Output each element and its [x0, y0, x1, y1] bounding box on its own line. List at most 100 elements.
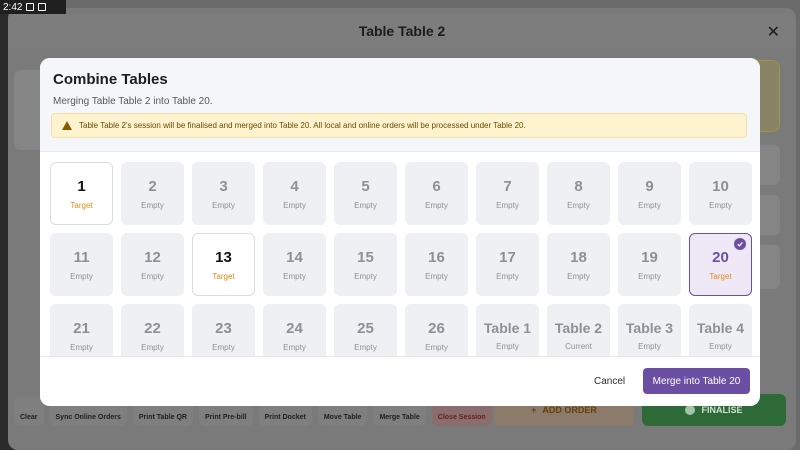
table-tile[interactable]: 11 Empty	[50, 233, 113, 296]
table-tile[interactable]: 21 Empty	[50, 304, 113, 356]
table-tile[interactable]: 18 Empty	[547, 233, 610, 296]
table-status: Empty	[70, 342, 93, 352]
close-icon[interactable]: ✕	[767, 22, 780, 42]
table-status: Empty	[354, 271, 377, 281]
print-pre-bill-label: Print Pre-bill	[204, 414, 247, 421]
table-tile[interactable]: Table 3 Empty	[618, 304, 681, 356]
warning-text: Table Table 2's session will be finalise…	[79, 121, 526, 130]
table-tile[interactable]: 20 Target	[689, 233, 752, 296]
table-name: 2	[148, 177, 157, 195]
warning-banner: Table Table 2's session will be finalise…	[51, 113, 747, 138]
image-icon	[26, 3, 35, 11]
table-status: Target	[212, 271, 235, 281]
table-tile[interactable]: Table 2 Current	[547, 304, 610, 356]
table-status: Empty	[496, 342, 519, 351]
table-tile[interactable]: 6 Empty	[405, 162, 468, 225]
close-session-label: Close Session	[437, 414, 486, 421]
move-table-label: Move Table	[323, 414, 362, 421]
checkmark-icon	[734, 238, 746, 250]
table-status: Empty	[638, 271, 661, 281]
table-tile[interactable]: 4 Empty	[263, 162, 326, 225]
table-tile[interactable]: 12 Empty	[121, 233, 184, 296]
table-name: 14	[286, 248, 303, 266]
table-name: 10	[712, 177, 729, 195]
cancel-button[interactable]: Cancel	[588, 369, 631, 394]
combine-tables-dialog: Combine Tables Merging Table Table 2 int…	[40, 58, 760, 406]
table-status: Empty	[141, 271, 164, 281]
table-status: Empty	[567, 200, 590, 210]
table-name: 26	[428, 319, 445, 337]
table-name: 18	[570, 248, 587, 266]
app-header: Table Table 2 ✕	[8, 14, 796, 48]
table-name: 7	[503, 177, 512, 195]
finalise-label: FINALISE	[701, 405, 743, 415]
table-status: Empty	[283, 200, 306, 210]
table-tile[interactable]: 14 Empty	[263, 233, 326, 296]
table-tile[interactable]: 26 Empty	[405, 304, 468, 356]
table-tile[interactable]: 3 Empty	[192, 162, 255, 225]
table-name: 19	[641, 248, 658, 266]
table-name: 25	[357, 319, 374, 337]
table-name: 20	[712, 248, 729, 266]
table-tile[interactable]: 19 Empty	[618, 233, 681, 296]
table-tile[interactable]: 23 Empty	[192, 304, 255, 356]
table-tile[interactable]: 5 Empty	[334, 162, 397, 225]
table-tile[interactable]: Table 4 Empty	[689, 304, 752, 356]
table-tile[interactable]: 13 Target	[192, 233, 255, 296]
table-tile[interactable]: 15 Empty	[334, 233, 397, 296]
merge-button[interactable]: Merge into Table 20	[643, 368, 750, 394]
table-tile[interactable]: 24 Empty	[263, 304, 326, 356]
table-status: Target	[709, 271, 732, 281]
table-tile[interactable]: 25 Empty	[334, 304, 397, 356]
dialog-footer: Cancel Merge into Table 20	[40, 356, 760, 406]
table-grid: 1 Target 2 Empty 3 Empty 4 Empty 5 Empty 6 Empty 7 Em…	[50, 162, 752, 356]
table-status: Empty	[638, 200, 661, 210]
table-name: 16	[428, 248, 445, 266]
merge-table-label: Merge Table	[379, 414, 420, 421]
table-name: 5	[361, 177, 370, 195]
dialog-header: Combine Tables Merging Table Table 2 int…	[40, 58, 760, 152]
table-name: Table 1	[483, 320, 532, 336]
table-status: Empty	[70, 271, 93, 281]
notification-icon	[38, 3, 47, 11]
table-status: Empty	[212, 342, 235, 352]
table-status: Empty	[425, 200, 448, 210]
table-tile[interactable]: Table 1 Empty	[476, 304, 539, 356]
add-order-label: ADD ORDER	[542, 405, 597, 415]
table-name: 17	[499, 248, 516, 266]
table-status: Empty	[283, 342, 306, 352]
table-name: 15	[357, 248, 374, 266]
table-tile[interactable]: 10 Empty	[689, 162, 752, 225]
table-status: Empty	[496, 200, 519, 210]
check-circle-icon	[685, 405, 696, 415]
table-tile[interactable]: 16 Empty	[405, 233, 468, 296]
table-name: 1	[77, 177, 86, 195]
sync-online-orders-label: Sync Online Orders	[55, 414, 121, 421]
table-name: 22	[144, 319, 161, 337]
table-name: 21	[73, 319, 90, 337]
table-tile[interactable]: 9 Empty	[618, 162, 681, 225]
print-table-qr-label: Print Table QR	[138, 414, 187, 421]
table-name: 9	[645, 177, 654, 195]
table-tile[interactable]: 22 Empty	[121, 304, 184, 356]
print-docket-label: Print Docket	[264, 414, 306, 421]
table-name: 13	[215, 248, 232, 266]
table-grid-scroll[interactable]: 1 Target 2 Empty 3 Empty 4 Empty 5 Empty 6 Empty 7 Em…	[40, 152, 760, 356]
table-status: Empty	[212, 200, 235, 210]
table-tile[interactable]: 7 Empty	[476, 162, 539, 225]
warning-icon	[62, 121, 72, 130]
table-tile[interactable]: 8 Empty	[547, 162, 610, 225]
table-status: Empty	[354, 200, 377, 210]
table-name: Table 2	[554, 320, 603, 336]
table-tile[interactable]: 2 Empty	[121, 162, 184, 225]
table-tile[interactable]: 17 Empty	[476, 233, 539, 296]
table-status: Empty	[425, 342, 448, 352]
table-name: 24	[286, 319, 303, 337]
table-status: Target	[70, 200, 93, 210]
table-status: Empty	[709, 200, 732, 210]
table-name: Table 4	[696, 320, 745, 336]
status-bar: 2:42	[0, 0, 66, 14]
table-tile[interactable]: 1 Target	[50, 162, 113, 225]
table-name: 6	[432, 177, 441, 195]
table-status: Empty	[496, 271, 519, 281]
